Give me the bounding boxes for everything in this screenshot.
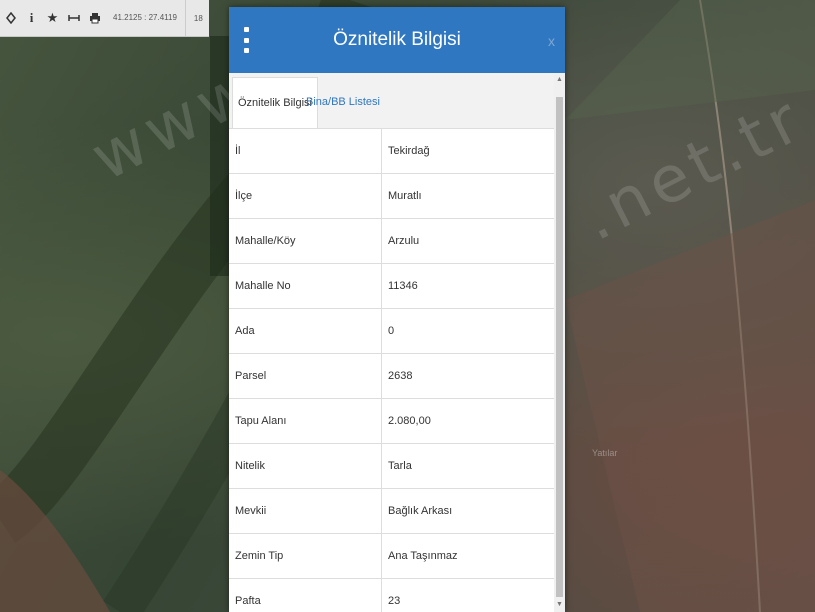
- attribute-key: Parsel: [229, 353, 382, 399]
- close-icon[interactable]: x: [548, 33, 555, 49]
- attribute-key: Tapu Alanı: [229, 398, 382, 444]
- scroll-thumb[interactable]: [556, 97, 563, 597]
- attribute-value: 2638: [381, 353, 554, 399]
- table-row: Mevkii Bağlık Arkası: [229, 488, 554, 534]
- attribute-key: İlçe: [229, 173, 382, 219]
- table-row: İlçe Muratlı: [229, 173, 554, 219]
- table-row: Zemin Tip Ana Taşınmaz: [229, 533, 554, 579]
- table-row: Ada 0: [229, 308, 554, 354]
- attribute-key: Mevkii: [229, 488, 382, 534]
- tab-bar: Öznitelik Bilgisi Bina/BB Listesi: [229, 73, 554, 129]
- scroll-up-icon[interactable]: ▲: [554, 73, 565, 87]
- attribute-key: Pafta: [229, 578, 382, 612]
- attribute-value: Tarla: [381, 443, 554, 489]
- vertical-scrollbar[interactable]: ▲ ▼: [554, 73, 565, 612]
- attribute-value: 23: [381, 578, 554, 612]
- dialog-title: Öznitelik Bilgisi: [333, 29, 461, 50]
- attribute-value: Arzulu: [381, 218, 554, 264]
- table-row: Mahalle No 11346: [229, 263, 554, 309]
- attribute-value: Muratlı: [381, 173, 554, 219]
- attribute-value: Ana Taşınmaz: [381, 533, 554, 579]
- info-icon[interactable]: i: [21, 0, 42, 36]
- measure-icon[interactable]: [63, 0, 84, 36]
- attribute-key: Zemin Tip: [229, 533, 382, 579]
- attribute-key: Ada: [229, 308, 382, 354]
- map-place-label: Yatılar: [592, 448, 618, 458]
- table-row: Parsel 2638: [229, 353, 554, 399]
- table-row: Nitelik Tarla: [229, 443, 554, 489]
- table-row: Pafta 23: [229, 578, 554, 612]
- zoom-level: 18: [193, 13, 203, 23]
- attribute-value: Bağlık Arkası: [381, 488, 554, 534]
- star-icon[interactable]: ★: [42, 0, 63, 36]
- coordinate-readout: 41.2125 : 27.4119: [113, 0, 186, 36]
- attribute-key: Nitelik: [229, 443, 382, 489]
- tab-building-list[interactable]: Bina/BB Listesi: [301, 77, 385, 127]
- attribute-key: Mahalle No: [229, 263, 382, 309]
- attribute-key: Mahalle/Köy: [229, 218, 382, 264]
- locate-icon[interactable]: [0, 0, 21, 36]
- print-icon[interactable]: [84, 0, 105, 36]
- table-row: Mahalle/Köy Arzulu: [229, 218, 554, 264]
- table-row: Tapu Alanı 2.080,00: [229, 398, 554, 444]
- attribute-key: İl: [229, 128, 382, 174]
- attribute-value: 2.080,00: [381, 398, 554, 444]
- attribute-info-dialog: Öznitelik Bilgisi x Öznitelik Bilgisi Bi…: [229, 7, 565, 612]
- attribute-value: 0: [381, 308, 554, 354]
- map-toolbar: i ★ 41.2125 : 27.4119 18: [0, 0, 209, 37]
- dialog-header: Öznitelik Bilgisi x: [229, 7, 565, 73]
- attribute-value: Tekirdağ: [381, 128, 554, 174]
- dialog-body: Öznitelik Bilgisi Bina/BB Listesi İl Teki…: [229, 73, 565, 612]
- scroll-down-icon[interactable]: ▼: [554, 598, 565, 612]
- attribute-table: İl Tekirdağ İlçe Muratlı Mahalle/Köy Arzulu Ma…: [229, 128, 554, 612]
- attribute-value: 11346: [381, 263, 554, 309]
- table-row: İl Tekirdağ: [229, 128, 554, 174]
